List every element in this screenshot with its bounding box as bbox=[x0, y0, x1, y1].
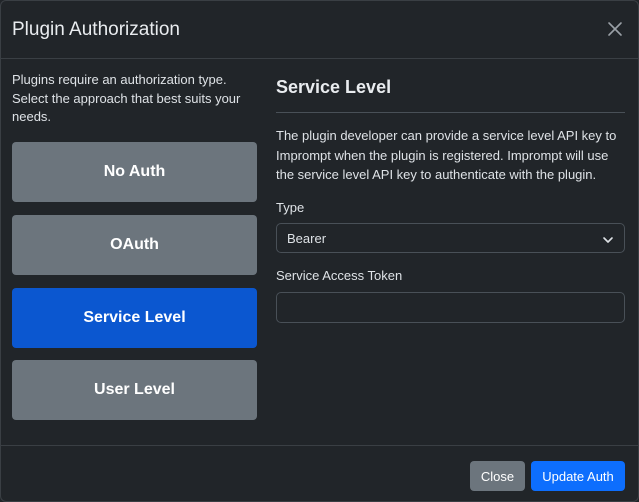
user-level-button[interactable]: User Level bbox=[12, 360, 257, 420]
type-select-value: Bearer bbox=[287, 231, 327, 246]
token-label: Service Access Token bbox=[276, 268, 403, 283]
service-level-button[interactable]: Service Level bbox=[12, 288, 257, 348]
close-button[interactable]: Close bbox=[470, 461, 525, 491]
dialog-title: Plugin Authorization bbox=[12, 19, 180, 40]
detail-title: Service Level bbox=[276, 77, 392, 97]
type-select[interactable]: Bearer bbox=[276, 223, 625, 253]
update-auth-button[interactable]: Update Auth bbox=[531, 461, 625, 491]
detail-description: The plugin developer can provide a servi… bbox=[276, 128, 617, 182]
dialog-footer: Close Update Auth bbox=[1, 445, 638, 501]
oauth-button[interactable]: OAuth bbox=[12, 215, 257, 275]
close-icon[interactable] bbox=[604, 18, 626, 40]
intro-text: Plugins require an authorization type. S… bbox=[12, 72, 241, 124]
no-auth-button[interactable]: No Auth bbox=[12, 142, 257, 202]
divider bbox=[276, 112, 625, 113]
dialog-header: Plugin Authorization bbox=[1, 1, 638, 59]
service-access-token-input[interactable] bbox=[276, 292, 625, 323]
chevron-down-icon bbox=[602, 233, 614, 251]
auth-type-column: Plugins require an authorization type. S… bbox=[12, 71, 257, 420]
plugin-authorization-dialog: Plugin Authorization Plugins require an … bbox=[0, 0, 639, 502]
type-label: Type bbox=[276, 200, 305, 215]
